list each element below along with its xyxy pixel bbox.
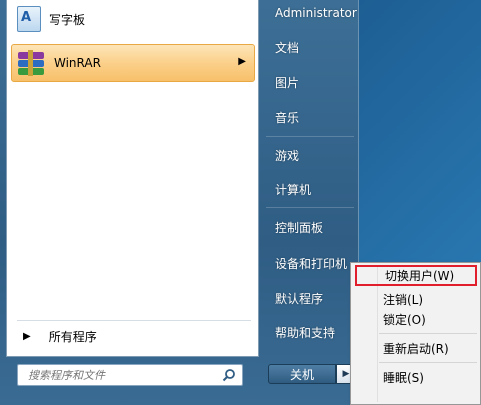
right-item-default-programs[interactable]: 默认程序 (266, 285, 354, 311)
divider (17, 320, 251, 321)
right-item-control-panel[interactable]: 控制面板 (266, 214, 354, 240)
right-item-devices-printers[interactable]: 设备和打印机 (266, 250, 354, 276)
right-item-documents[interactable]: 文档 (266, 34, 354, 60)
menu-item-switch-user[interactable]: 切换用户(W) (355, 265, 477, 286)
all-programs-label: 所有程序 (48, 329, 97, 344)
search-box[interactable] (17, 364, 243, 386)
chevron-right-icon[interactable]: ▶ (238, 56, 246, 67)
divider (379, 333, 477, 334)
start-menu: A 写字板 WinRAR ▶ ▶ 所有程序 Administrator 文档 图… (0, 0, 359, 405)
menu-item-log-off[interactable]: 注销(L) (353, 288, 478, 310)
program-label: WinRAR (54, 56, 101, 70)
right-item-computer[interactable]: 计算机 (266, 176, 354, 202)
search-input[interactable] (26, 367, 226, 383)
program-item-winrar[interactable]: WinRAR ▶ (11, 44, 255, 82)
right-item-games[interactable]: 游戏 (266, 142, 354, 168)
divider (266, 136, 354, 137)
divider (266, 207, 354, 208)
triangle-right-icon: ▶ (23, 330, 31, 342)
right-item-music[interactable]: 音乐 (266, 104, 354, 130)
right-item-pictures[interactable]: 图片 (266, 69, 354, 95)
all-programs-button[interactable]: ▶ 所有程序 (17, 324, 251, 348)
power-options-menu: 切换用户(W) 注销(L) 锁定(O) 重新启动(R) 睡眠(S) (350, 262, 481, 405)
menu-item-lock[interactable]: 锁定(O) (353, 308, 478, 330)
winrar-icon (16, 50, 46, 76)
menu-item-sleep[interactable]: 睡眠(S) (353, 366, 478, 388)
wordpad-icon: A (17, 6, 41, 32)
divider (379, 362, 477, 363)
menu-item-restart[interactable]: 重新启动(R) (353, 337, 478, 359)
right-item-help-support[interactable]: 帮助和支持 (266, 319, 354, 345)
search-icon[interactable] (222, 368, 236, 382)
shutdown-button[interactable]: 关机 (268, 364, 336, 384)
program-label: 写字板 (49, 12, 86, 27)
start-menu-left-pane: A 写字板 WinRAR ▶ ▶ 所有程序 (6, 0, 259, 357)
right-item-user[interactable]: Administrator (266, 0, 357, 26)
program-item-wordpad[interactable]: A 写字板 (11, 2, 255, 36)
